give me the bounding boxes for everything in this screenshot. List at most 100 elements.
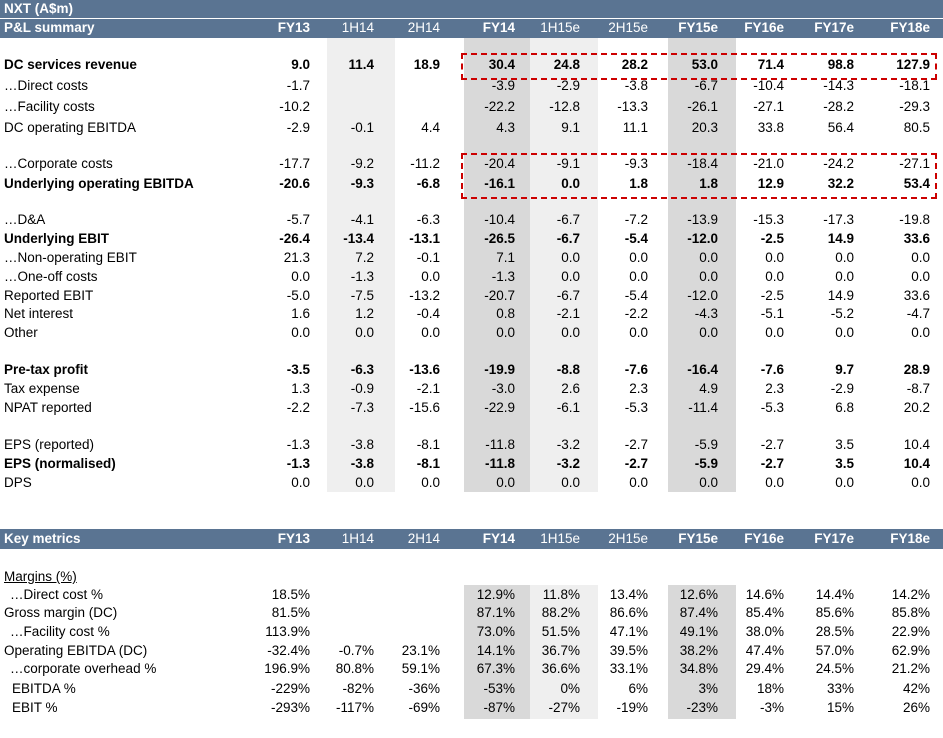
- pl-cell: -5.1: [760, 306, 784, 321]
- pl-cell: -5.7: [286, 212, 310, 227]
- pl-cell: 9.1: [561, 120, 580, 135]
- pl-cell: -2.9: [286, 120, 310, 135]
- pl-col-header: FY13: [277, 20, 310, 35]
- km-cell: 12.6%: [679, 587, 718, 602]
- km-cell: 0%: [560, 681, 580, 696]
- km-cell: 33%: [826, 681, 854, 696]
- km-cell: -19%: [616, 700, 648, 715]
- pl-cell: 0.0: [421, 269, 440, 284]
- pl-row: DPS 0.0 0.0 0.0 0.0 0.0 0.0 0.0 0.0 0.0 0.0: [0, 475, 943, 493]
- pl-row: …Facility costs -10.2 -22.2 -12.8 -13.3 -26.1…: [0, 99, 943, 117]
- pl-cell: 0.0: [629, 475, 648, 490]
- km-cell: 3%: [698, 681, 718, 696]
- pl-cell: -17.7: [279, 156, 310, 171]
- pl-cell: -11.2: [410, 156, 440, 171]
- pl-row-label: EPS (normalised): [4, 456, 116, 471]
- pl-cell: -3.5: [286, 362, 310, 377]
- pl-cell: 1.2: [355, 306, 374, 321]
- pl-cell: -20.7: [484, 288, 515, 303]
- pl-cell: -26.5: [484, 231, 515, 246]
- pl-cell: -2.2: [624, 306, 648, 321]
- pl-cell: -22.9: [484, 400, 515, 415]
- pl-cell: -11.8: [484, 456, 515, 471]
- pl-col-header: FY18e: [890, 20, 930, 35]
- km-row-label: EBITDA %: [12, 681, 76, 696]
- pl-cell: -27.1: [753, 99, 784, 114]
- highlight-revenue-box: [461, 53, 937, 80]
- pl-row: Reported EBIT -5.0 -7.5 -13.2 -20.7 -6.7 -5.4 -…: [0, 288, 943, 306]
- pl-row: NPAT reported -2.2 -7.3 -15.6 -22.9 -6.1 -5.3 -…: [0, 400, 943, 418]
- km-cell: 67.3%: [476, 661, 515, 676]
- pl-row-label: Other: [4, 325, 38, 340]
- km-row: EBITDA % -229% -82% -36% -53% 0% 6% 3% 18% 33% 42%: [0, 681, 943, 699]
- km-col-header: FY18e: [890, 531, 930, 546]
- pl-title-ticker: NXT (A$m): [4, 1, 74, 16]
- pl-cell: 0.0: [765, 250, 784, 265]
- km-row: …Direct cost % 18.5% 12.9% 11.8% 13.4% 12.6% 1…: [0, 587, 943, 605]
- km-cell: 29.4%: [745, 661, 784, 676]
- pl-cell: -2.7: [624, 456, 648, 471]
- pl-cell: -26.4: [279, 231, 310, 246]
- pl-cell: 0.0: [355, 475, 374, 490]
- pl-cell: -11.4: [688, 400, 718, 415]
- pl-row-label: Net interest: [4, 306, 74, 321]
- pl-cell: 0.0: [561, 475, 580, 490]
- km-col-header: 2H15e: [608, 531, 648, 546]
- pl-cell: 33.6: [903, 288, 930, 303]
- pl-cell: -6.1: [556, 400, 580, 415]
- pl-cell: -7.5: [350, 288, 374, 303]
- km-cell: 28.5%: [815, 624, 854, 639]
- pl-cell: 6.8: [835, 400, 854, 415]
- pl-cell: 33.6: [903, 231, 930, 246]
- km-section-label: Margins (%): [4, 569, 77, 584]
- pl-row-label: NPAT reported: [4, 400, 92, 415]
- km-cell: -3%: [759, 700, 784, 715]
- pl-cell: -3.9: [491, 78, 515, 93]
- pl-cell: -3.8: [350, 437, 374, 452]
- km-cell: -36%: [408, 681, 440, 696]
- pl-cell: 11.4: [348, 57, 374, 72]
- km-row: Gross margin (DC) 81.5% 87.1% 88.2% 86.6% 87.…: [0, 605, 943, 623]
- pl-cell: 0.0: [911, 475, 930, 490]
- pl-row-label: DPS: [4, 475, 32, 490]
- km-cell: 33.1%: [609, 661, 648, 676]
- pl-cell: -28.2: [823, 99, 854, 114]
- pl-cell: 18.9: [413, 57, 440, 72]
- pl-cell: 14.9: [827, 231, 854, 246]
- pl-cell: -8.8: [556, 362, 580, 377]
- km-cell: -117%: [335, 700, 374, 715]
- pl-row: Net interest 1.6 1.2 -0.4 0.8 -2.1 -2.2 -4.3 -5.…: [0, 306, 943, 324]
- km-cell: 80.8%: [335, 661, 374, 676]
- km-cell: 47.1%: [609, 624, 648, 639]
- pl-cell: -6.7: [556, 231, 580, 246]
- km-col-header: FY16e: [744, 531, 784, 546]
- km-cell: 88.2%: [541, 605, 580, 620]
- pl-cell: -26.1: [687, 99, 718, 114]
- pl-cell: -7.6: [760, 362, 784, 377]
- pl-row-label: DC services revenue: [4, 57, 137, 72]
- pl-cell: -2.5: [760, 231, 784, 246]
- pl-cell: 14.9: [827, 288, 854, 303]
- pl-cell: -7.2: [624, 212, 648, 227]
- pl-cell: 9.7: [835, 362, 854, 377]
- km-cell: 18%: [756, 681, 784, 696]
- pl-cell: 10.4: [903, 437, 930, 452]
- km-cell: 87.1%: [476, 605, 515, 620]
- pl-cell: 11.1: [622, 120, 648, 135]
- km-cell: 36.7%: [541, 643, 580, 658]
- pl-cell: -2.1: [416, 381, 440, 396]
- pl-cell: -8.7: [906, 381, 930, 396]
- pl-row: …Non-operating EBIT 21.3 7.2 -0.1 7.1 0.0 0.0 0…: [0, 250, 943, 268]
- pl-cell: -12.8: [549, 99, 580, 114]
- pl-cell: -0.9: [350, 381, 374, 396]
- pl-row-label: Pre-tax profit: [4, 362, 89, 377]
- km-row-label: EBIT %: [12, 700, 58, 715]
- pl-cell: 0.0: [765, 269, 784, 284]
- pl-cell: -15.6: [409, 400, 440, 415]
- pl-cell: 0.0: [835, 269, 854, 284]
- pl-cell: 0.0: [629, 269, 648, 284]
- km-cell: -293%: [270, 700, 310, 715]
- pl-cell: -0.1: [350, 120, 374, 135]
- pl-col-header: FY16e: [744, 20, 784, 35]
- pl-cell: 0.0: [355, 325, 374, 340]
